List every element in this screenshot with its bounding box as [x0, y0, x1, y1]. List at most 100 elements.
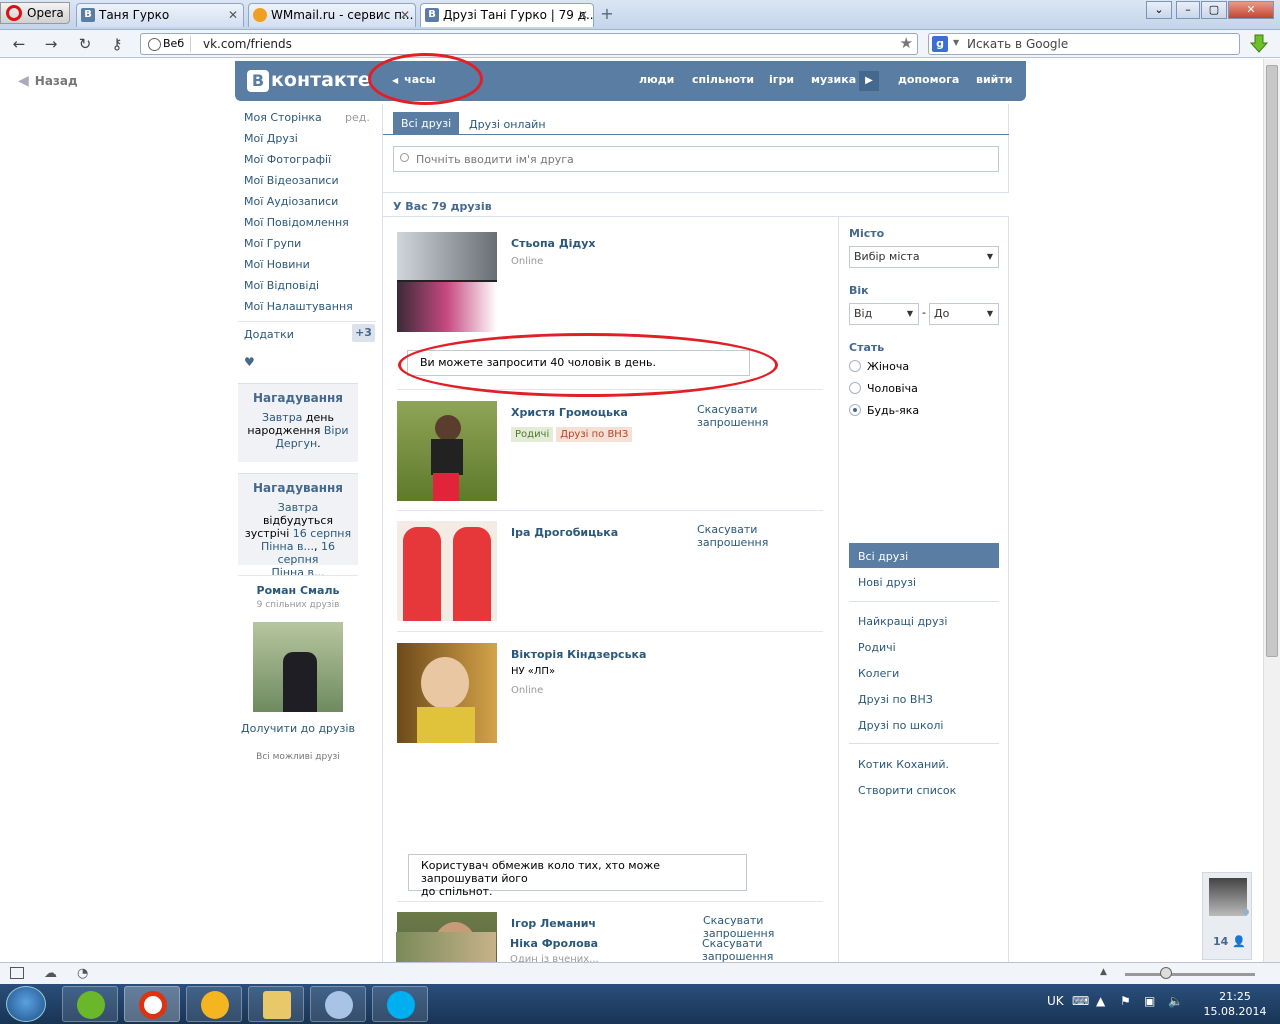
sex-any-radio[interactable]: Будь-яка — [849, 404, 919, 417]
web-badge[interactable]: Веб — [145, 36, 192, 52]
close-tab-icon[interactable]: ✕ — [400, 4, 410, 26]
list-colleagues[interactable]: Колеги — [858, 667, 899, 680]
keyboard-icon[interactable]: ⌨ — [1072, 994, 1089, 1008]
back-arrow-icon[interactable]: ← — [8, 34, 30, 54]
zoom-slider-knob[interactable] — [1160, 967, 1172, 979]
cancel-request-link[interactable]: Скасувати запрошення — [697, 523, 823, 549]
google-icon[interactable]: g — [932, 36, 948, 52]
list-school[interactable]: Друзі по школі — [858, 719, 943, 732]
menu-my-videos[interactable]: Мої Відеозаписи — [244, 174, 339, 187]
create-list-link[interactable]: Створити список — [858, 784, 956, 797]
edit-link[interactable]: ред. — [345, 111, 370, 124]
friend-search-input[interactable]: Почніть вводити ім'я друга — [393, 146, 999, 172]
friend-name[interactable]: Христя Громоцька — [511, 406, 628, 419]
chevron-down-icon[interactable]: ▼ — [953, 38, 959, 47]
player-taskbar-button[interactable] — [186, 986, 242, 1022]
reminder-link[interactable]: Завтра — [278, 501, 318, 514]
volume-icon[interactable]: 🔈 — [1168, 994, 1183, 1008]
menu-apps[interactable]: Додатки — [244, 328, 294, 341]
nav-games[interactable]: ігри — [769, 73, 794, 86]
menu-my-answers[interactable]: Мої Відповіді — [244, 279, 319, 292]
cancel-request-link[interactable]: Скасувати запрошення — [697, 403, 823, 429]
side-avatar[interactable] — [1209, 878, 1247, 916]
zoom-slider[interactable] — [1125, 973, 1255, 976]
friend-photo[interactable] — [396, 932, 496, 962]
url-text[interactable]: vk.com/friends — [203, 36, 292, 52]
page-scrollbar[interactable] — [1263, 59, 1280, 962]
reminder-link[interactable]: Пінна в... — [261, 540, 314, 553]
menu-my-photos[interactable]: Мої Фотографії — [244, 153, 331, 166]
forward-arrow-icon[interactable]: → — [40, 34, 62, 54]
back-link[interactable]: ◀ Назад — [18, 73, 78, 89]
panel-toggle-icon[interactable] — [10, 967, 24, 979]
flag-icon[interactable]: ⚑ — [1120, 994, 1131, 1008]
add-friend-link[interactable]: Долучити до друзів — [238, 722, 358, 735]
clock[interactable]: 21:25 15.08.2014 — [1200, 989, 1270, 1019]
zoom-out-icon[interactable]: ▲ — [1100, 967, 1107, 977]
nav-communities[interactable]: спільноти — [692, 73, 754, 86]
tab-friends-online[interactable]: Друзі онлайн — [469, 118, 546, 131]
nav-help[interactable]: допомога — [898, 73, 959, 86]
minimize-icon[interactable]: – — [1176, 1, 1200, 19]
menu-my-settings[interactable]: Мої Налаштування — [244, 300, 353, 313]
friend-photo[interactable] — [397, 232, 497, 332]
age-to-select[interactable]: До ▼ — [929, 303, 999, 325]
all-suggestions-link[interactable]: Всі можливі друзі — [238, 752, 358, 762]
friend-name[interactable]: Стьопа Дідух — [511, 237, 596, 250]
opera-taskbar-button[interactable] — [124, 986, 180, 1022]
list-university[interactable]: Друзі по ВНЗ — [858, 693, 933, 706]
skype-taskbar-button[interactable] — [372, 986, 428, 1022]
apps-count-badge[interactable]: +3 — [352, 324, 375, 342]
menu-my-page[interactable]: Моя Сторінка — [244, 111, 322, 124]
cloud-icon[interactable]: ☁ — [44, 966, 57, 981]
nav-people[interactable]: люди — [639, 73, 674, 86]
close-tab-icon[interactable]: ✕ — [578, 4, 588, 26]
start-button[interactable] — [6, 986, 46, 1022]
reminder-link[interactable]: Віри — [324, 424, 349, 437]
list-custom[interactable]: Котик Коханий. — [858, 758, 949, 771]
vk-logo[interactable]: Вконтакте — [247, 69, 371, 92]
list-best-friends[interactable]: Найкращі друзі — [858, 615, 947, 628]
reminder-link[interactable]: 16 серпня — [293, 527, 351, 540]
chevron-up-icon[interactable]: ▲ — [1096, 994, 1105, 1008]
menu-my-messages[interactable]: Мої Повідомлення — [244, 216, 349, 229]
list-all-friends[interactable]: Всі друзі — [858, 550, 908, 563]
menu-my-audios[interactable]: Мої Аудіозаписи — [244, 195, 338, 208]
menu-my-groups[interactable]: Мої Групи — [244, 237, 301, 250]
suggestion-photo[interactable] — [253, 622, 343, 712]
new-tab-icon[interactable]: + — [598, 5, 616, 23]
reload-icon[interactable]: ↻ — [74, 34, 96, 54]
friend-photo[interactable] — [397, 521, 497, 621]
friend-photo[interactable] — [397, 643, 497, 743]
heart-icon[interactable]: ♥ — [244, 355, 255, 369]
address-bar[interactable]: Веб vk.com/friends ★ — [140, 33, 918, 55]
tab-wmmail[interactable]: WMmail.ru - сервис п... ✕ — [248, 3, 416, 27]
sex-female-radio[interactable]: Жіноча — [849, 360, 909, 373]
list-new-friends[interactable]: Нові друзі — [858, 576, 916, 589]
tab-tanya[interactable]: В Таня Гурко ✕ — [76, 3, 244, 27]
sex-male-radio[interactable]: Чоловіча — [849, 382, 918, 395]
speed-dial-icon[interactable]: ◔ — [77, 966, 88, 981]
suggestion-name[interactable]: Роман Смаль — [238, 584, 358, 597]
network-icon[interactable]: ▣ — [1144, 994, 1155, 1008]
search-input[interactable]: g ▼ Искать в Google — [928, 33, 1240, 55]
tag-university-friends[interactable]: Друзі по ВНЗ — [556, 427, 633, 442]
friend-name[interactable]: Вікторія Кіндзерська — [511, 648, 646, 661]
side-widget[interactable]: 14 👤 — [1202, 872, 1252, 960]
reminder-link[interactable]: Завтра — [262, 411, 302, 424]
opera-menu-button[interactable]: Opera — [0, 2, 70, 24]
paint-taskbar-button[interactable] — [310, 986, 366, 1022]
tab-friends[interactable]: В Друзі Тані Гурко | 79 д... ✕ — [420, 3, 594, 27]
nav-music[interactable]: музика — [811, 73, 856, 86]
city-select[interactable]: Вибір міста ▼ — [849, 246, 999, 268]
age-from-select[interactable]: Від ▼ — [849, 303, 919, 325]
download-icon[interactable] — [1250, 34, 1268, 54]
menu-my-friends[interactable]: Мої Друзі — [244, 132, 298, 145]
friend-photo[interactable] — [397, 401, 497, 501]
menu-my-news[interactable]: Мої Новини — [244, 258, 310, 271]
close-window-icon[interactable]: ✕ — [1228, 1, 1274, 19]
close-tab-icon[interactable]: ✕ — [228, 4, 238, 26]
explorer-taskbar-button[interactable] — [248, 986, 304, 1022]
reminder-link[interactable]: Дергун — [275, 437, 317, 450]
cancel-request-link[interactable]: Скасувати запрошення — [702, 937, 773, 962]
